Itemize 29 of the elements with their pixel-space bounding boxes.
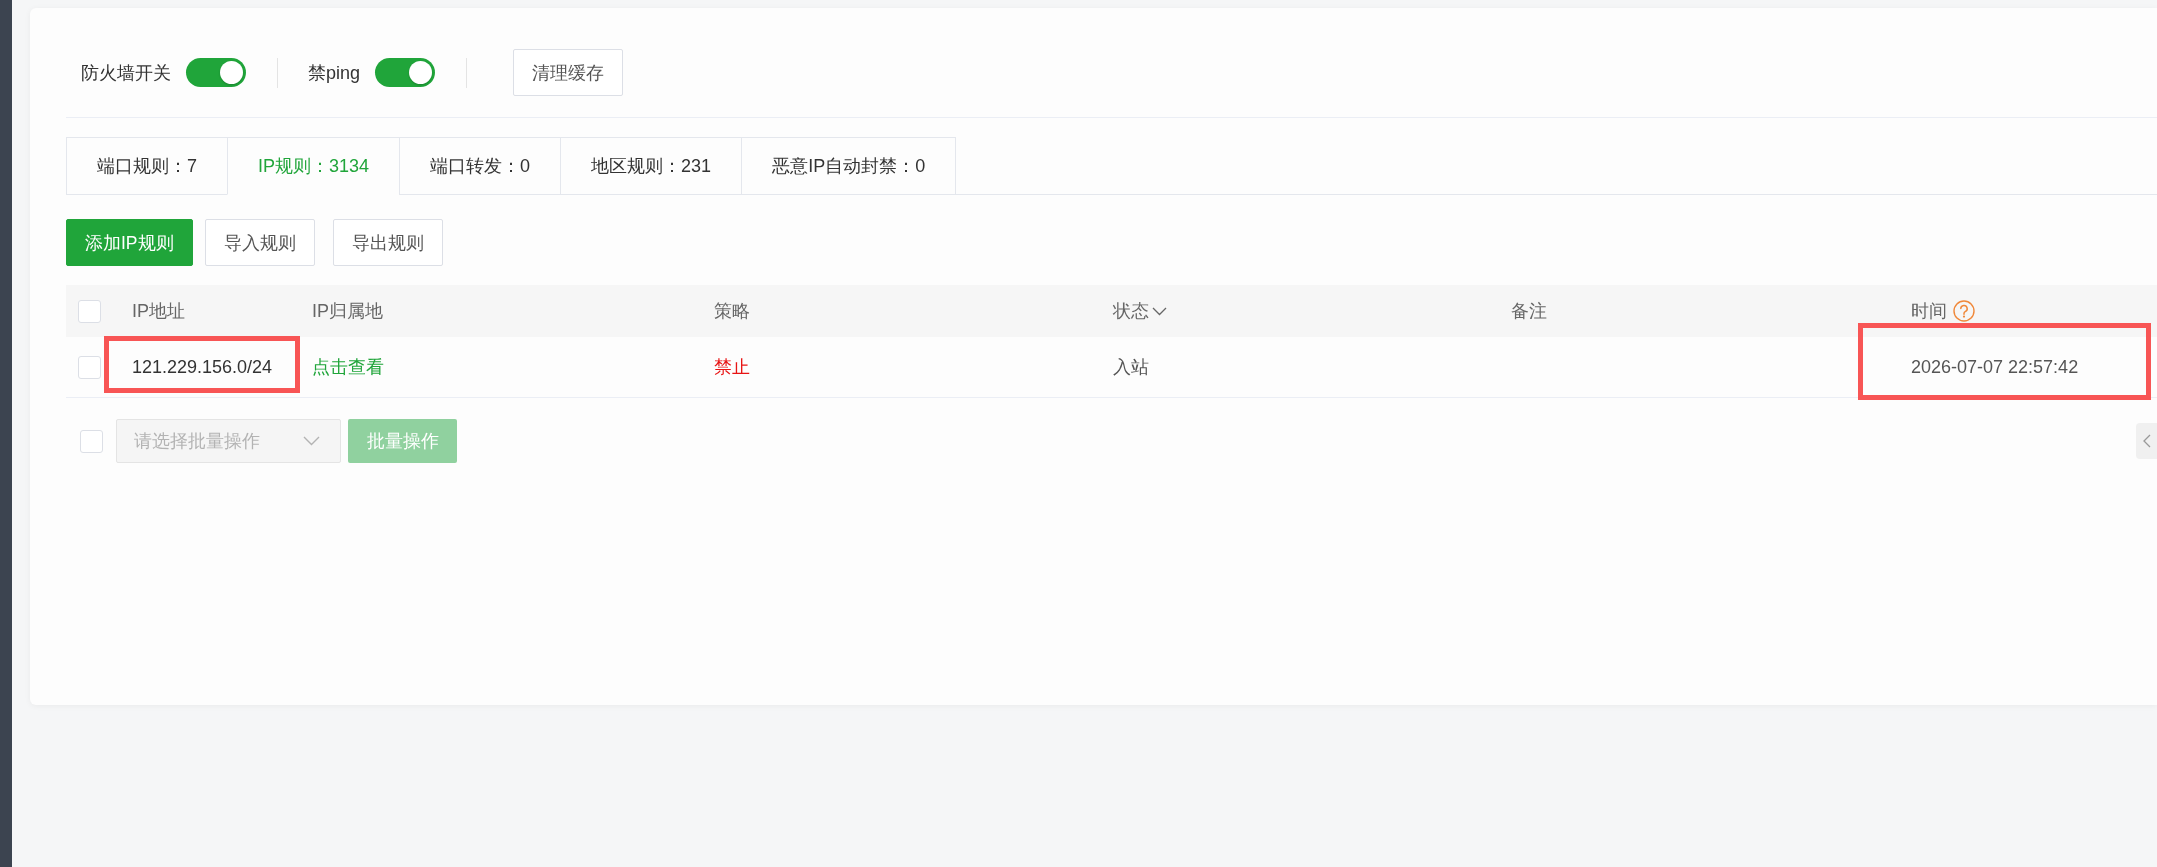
tab[interactable]: 恶意IP自动封禁：0: [741, 137, 957, 195]
toggle-switch[interactable]: [375, 58, 436, 87]
table-cell: 121.229.156.0/24: [132, 356, 273, 378]
rule-button[interactable]: 导出规则: [332, 219, 443, 266]
clear-cache-button[interactable]: 清理缓存: [513, 49, 624, 96]
column-header: 时间: [1911, 300, 1947, 323]
table-cell: 2026-07-07 22:57:42: [1911, 356, 2079, 378]
toggle-label: 禁ping: [308, 61, 361, 85]
column-header: IP地址: [132, 300, 185, 323]
chevron-down-icon: [303, 436, 320, 446]
table-cell-text: 禁止: [714, 356, 750, 379]
chevron-left-icon: [2142, 434, 2151, 448]
help-icon: [1953, 300, 1975, 322]
toggle-label: 防火墙开关: [81, 61, 171, 85]
column-header: 策略: [714, 300, 750, 323]
tab[interactable]: 端口转发：0: [399, 137, 561, 195]
rule-button[interactable]: 导入规则: [204, 219, 315, 266]
column-header: 备注: [1511, 300, 1547, 323]
select-all-checkbox[interactable]: [78, 299, 101, 323]
collapse-button[interactable]: [2136, 423, 2157, 459]
toggle-switch[interactable]: [186, 58, 246, 87]
row-checkbox[interactable]: [78, 355, 101, 379]
batch-checkbox[interactable]: [80, 429, 103, 453]
column-header: IP归属地: [312, 300, 383, 323]
chevron-down-icon[interactable]: [1152, 306, 1167, 316]
tab[interactable]: 地区规则：231: [560, 137, 742, 195]
tab[interactable]: 端口规则：7: [66, 137, 227, 195]
table-cell-text: 入站: [1113, 356, 1149, 379]
column-header: 状态: [1113, 300, 1149, 323]
